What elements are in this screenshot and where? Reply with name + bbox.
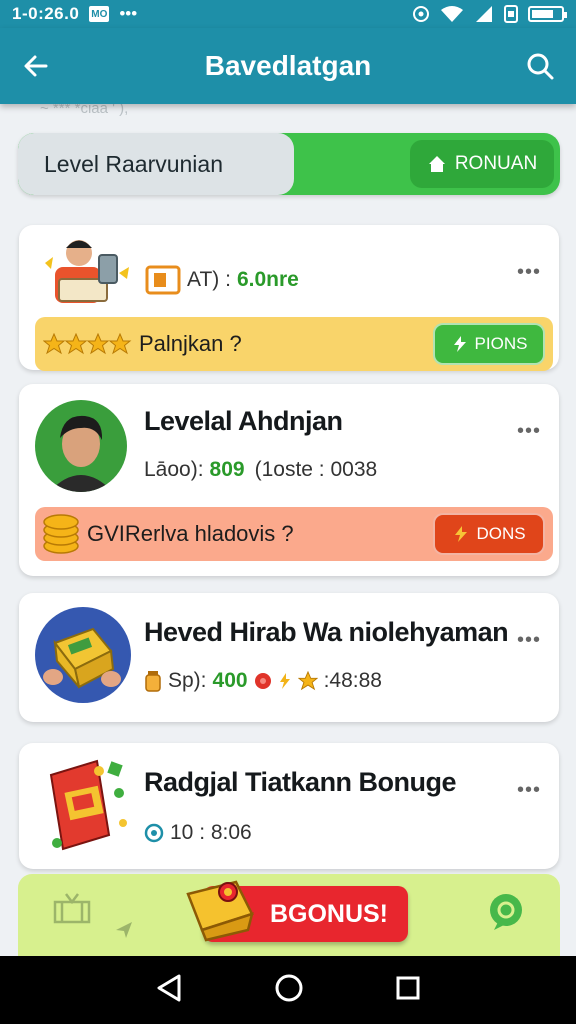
card-stats-value: 10 : 8:06 xyxy=(170,821,252,844)
card-banner-button[interactable]: DONS xyxy=(433,513,545,555)
square-recents-icon xyxy=(396,976,420,999)
jar-icon xyxy=(145,671,161,692)
level-bonus-button[interactable]: RONUAN xyxy=(410,140,554,188)
battery-icon xyxy=(528,6,567,22)
card-title: Radgjal Tiatkann Bonuge xyxy=(144,767,457,797)
arrow-left-icon xyxy=(24,55,48,77)
avatar xyxy=(35,400,127,492)
system-navigation-bar xyxy=(0,956,576,1024)
bonus-button-label: BGONUS! xyxy=(269,899,388,928)
card-more-button[interactable]: ••• xyxy=(517,261,541,284)
more-notifications-icon: ••• xyxy=(119,4,138,23)
person-avatar-icon xyxy=(37,402,125,492)
sim-icon xyxy=(504,5,518,23)
card-stats-label: AT) : xyxy=(187,268,231,291)
card-banner-button[interactable]: PIONS xyxy=(433,323,545,365)
circle-home-icon xyxy=(275,974,303,1001)
house-icon xyxy=(428,156,445,172)
gold-box-icon xyxy=(37,609,129,701)
card-stats-value: 809 xyxy=(209,458,245,481)
red-coin-icon xyxy=(254,673,271,689)
card-title: Heved Hirab Wa niolehyaman xyxy=(144,617,509,647)
level-progress-bar: Level Raarvunian RONUAN xyxy=(18,133,560,195)
card-banner-text: GVIRerlva hladovis ? xyxy=(87,521,294,546)
search-button[interactable] xyxy=(504,28,576,104)
treasure-chest-icon xyxy=(186,880,254,942)
stars-icon xyxy=(43,333,133,355)
gift-card-icon xyxy=(49,759,127,851)
card-more-button[interactable]: ••• xyxy=(517,779,541,802)
signal-icon xyxy=(476,6,492,22)
triangle-back-icon xyxy=(157,974,181,1001)
reward-card[interactable]: AT) : 6.0nre ••• Palnjkan ? PIONS xyxy=(19,225,559,371)
gift-box-avatar xyxy=(35,607,131,703)
card-banner: Palnjkan ? PIONS xyxy=(35,317,553,371)
bonus-promo-banner: BGONUS! xyxy=(18,874,560,956)
star-icon xyxy=(297,671,318,691)
card-stats: Lāoo): 809 (1oste : 0038 xyxy=(144,458,377,482)
card-stats-suffix: :48:88 xyxy=(323,669,382,692)
nav-home-button[interactable] xyxy=(274,973,304,1008)
reward-card[interactable]: Radgjal Tiatkann Bonuge 10 : 8:06 ••• xyxy=(19,743,559,869)
lightning-icon xyxy=(455,526,468,542)
page-title: Bavedlatgan xyxy=(204,50,372,81)
card-more-button[interactable]: ••• xyxy=(517,629,541,652)
nav-back-button[interactable] xyxy=(155,973,183,1008)
back-button[interactable] xyxy=(0,28,72,104)
card-banner: GVIRerlva hladovis ? DONS xyxy=(35,507,553,561)
lightning-icon xyxy=(453,336,466,352)
gift-card-avatar xyxy=(37,753,137,853)
send-icon xyxy=(116,922,132,938)
card-banner-text: Palnjkan ? xyxy=(139,331,242,356)
reader-avatar xyxy=(37,233,137,313)
status-bar: 1-0:26.0 MO ••• xyxy=(0,0,576,28)
card-stats-value: 400 xyxy=(212,669,248,692)
status-system-icons xyxy=(412,5,567,23)
coin-frame-icon xyxy=(145,265,181,295)
card-stats-label: Lāoo): xyxy=(144,458,204,481)
card-stats: 10 : 8:06 xyxy=(144,821,252,845)
alarm-icon xyxy=(413,6,429,22)
search-icon xyxy=(527,53,554,80)
card-stats-label: Sp): xyxy=(168,669,207,692)
card-title: Levelal Ahdnjan xyxy=(144,406,343,436)
notification-icon: MO xyxy=(89,6,110,22)
status-notification-icons: MO ••• xyxy=(89,4,137,24)
card-more-button[interactable]: ••• xyxy=(517,420,541,443)
lightning-icon xyxy=(279,673,290,689)
reward-card[interactable]: Heved Hirab Wa niolehyaman Sp): 400 :48:… xyxy=(19,593,559,722)
card-banner-button-label: DONS xyxy=(476,524,526,543)
card-stats-suffix: (1oste : 0038 xyxy=(254,458,378,481)
app-bar: Bavedlatgan xyxy=(0,28,576,104)
reader-illustration-icon xyxy=(45,240,129,303)
card-stats: Sp): 400 :48:88 xyxy=(144,669,382,693)
reward-card[interactable]: Levelal Ahdnjan Lāoo): 809 (1oste : 0038… xyxy=(19,384,559,576)
nav-recents-button[interactable] xyxy=(395,975,421,1006)
coin-stack-icon xyxy=(43,514,79,554)
clock-icon xyxy=(144,823,164,843)
card-banner-button-label: PIONS xyxy=(474,334,528,353)
level-label: Level Raarvunian xyxy=(44,151,224,177)
ticket-icon xyxy=(53,893,91,924)
wifi-icon xyxy=(441,6,463,22)
chat-icon xyxy=(490,894,522,930)
card-stats: AT) : 6.0nre xyxy=(145,265,299,295)
card-stats-value: 6.0nre xyxy=(236,268,299,291)
status-time: 1-0:26.0 xyxy=(12,4,80,23)
level-bonus-button-label: RONUAN xyxy=(454,153,538,174)
